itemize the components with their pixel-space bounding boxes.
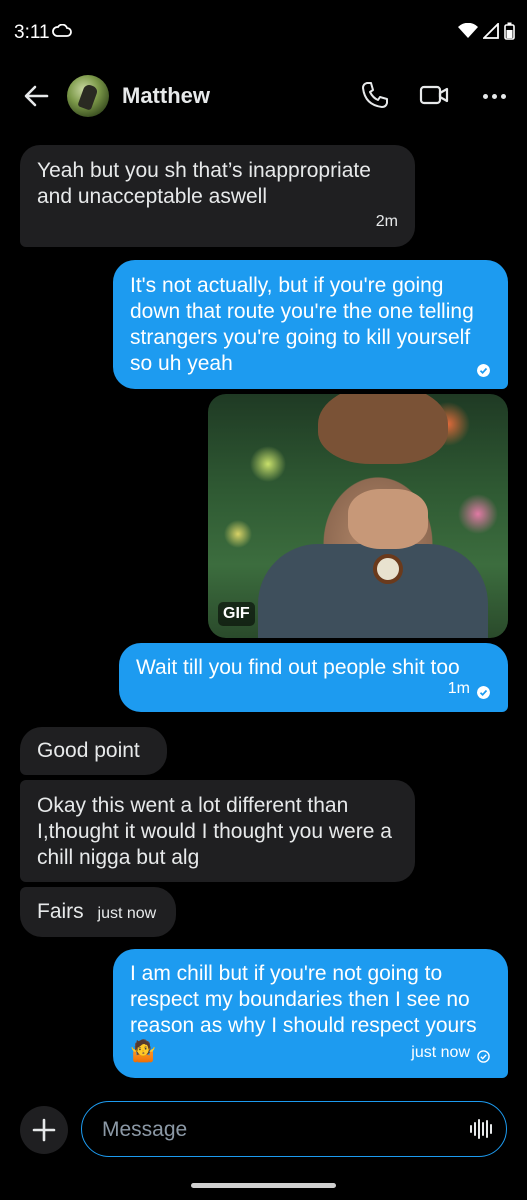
call-button[interactable] — [360, 80, 392, 112]
message-text: Wait till you find out people shit too — [136, 656, 460, 679]
message-input[interactable] — [100, 1116, 464, 1144]
read-check-icon — [477, 364, 490, 377]
message-time: just now — [97, 905, 157, 922]
message-bubble-incoming[interactable]: Good point — [20, 727, 167, 775]
status-bar: 3:11 — [0, 0, 527, 64]
back-button[interactable] — [20, 80, 52, 112]
more-icon — [482, 93, 488, 99]
home-indicator[interactable] — [191, 1183, 336, 1188]
message-text: Good point — [37, 739, 140, 762]
signal-icon — [483, 23, 499, 39]
status-icons — [458, 22, 515, 40]
status-time: 3:11 — [14, 22, 50, 43]
video-call-button[interactable] — [418, 80, 452, 112]
message-field[interactable] — [81, 1101, 507, 1157]
message-time: just now — [411, 1044, 470, 1061]
more-options-button[interactable] — [478, 80, 510, 112]
message-bubble-outgoing[interactable]: It's not actually, but if you're going d… — [113, 260, 508, 389]
message-bubble-incoming[interactable]: Fairs just now — [20, 887, 176, 937]
arrow-left-icon — [24, 85, 49, 107]
battery-icon — [504, 22, 515, 40]
message-bubble-incoming[interactable]: Okay this went a lot different than I,th… — [20, 780, 415, 882]
message-bubble-incoming[interactable]: Yeah but you sh that’s inappropriate and… — [20, 145, 415, 247]
message-time: 1m — [447, 680, 470, 697]
add-attachment-button[interactable] — [20, 1106, 68, 1154]
wifi-icon — [458, 23, 478, 38]
message-text: Okay this went a lot different than I,th… — [37, 794, 392, 869]
plus-icon — [32, 1118, 56, 1142]
phone-icon — [362, 82, 388, 108]
message-time: 2m — [375, 213, 398, 230]
sent-check-icon — [477, 1050, 490, 1063]
message-bubble-outgoing[interactable]: I am chill but if you're not going to re… — [113, 949, 508, 1078]
message-text: Fairs — [37, 900, 84, 923]
gif-message[interactable]: GIF — [208, 394, 508, 638]
message-composer — [0, 1101, 527, 1157]
cloud-icon — [52, 24, 72, 37]
gif-badge: GIF — [218, 602, 255, 626]
video-icon — [419, 85, 449, 105]
read-check-icon — [477, 686, 490, 699]
contact-name[interactable]: Matthew — [122, 83, 210, 109]
voice-message-button[interactable] — [470, 1118, 492, 1140]
message-bubble-outgoing[interactable]: Wait till you find out people shit too 1… — [119, 643, 508, 712]
conversation-header: Matthew — [0, 64, 527, 128]
message-text: It's not actually, but if you're going d… — [130, 274, 474, 375]
message-text: Yeah but you sh that’s inappropriate and… — [37, 159, 371, 208]
avatar[interactable] — [67, 75, 109, 117]
